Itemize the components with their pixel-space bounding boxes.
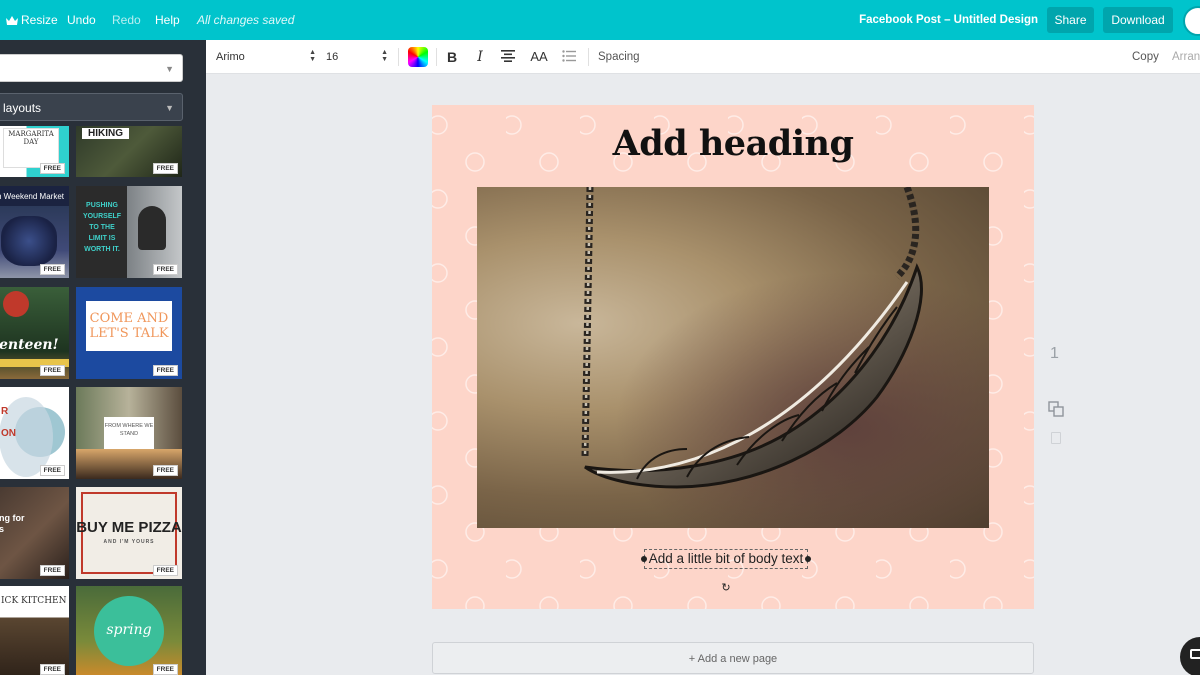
chevron-down-icon: ▼: [165, 64, 174, 74]
delete-page-icon[interactable]: [1051, 432, 1061, 444]
free-badge: FREE: [39, 664, 65, 675]
top-bar: Resize Undo Redo Help All changes saved …: [0, 0, 1200, 40]
save-status: All changes saved: [197, 13, 295, 27]
spinner-icon: ▲ ▼: [309, 49, 316, 63]
rotate-handle-icon[interactable]: ↻: [719, 581, 733, 595]
arrange-button[interactable]: Arran: [1172, 45, 1200, 69]
feather-pendant-image: [477, 187, 989, 528]
resize-button[interactable]: Resize: [6, 0, 58, 40]
template-thumb-kitchen[interactable]: ICK KITCHEN FREE: [0, 586, 69, 675]
template-title: HIKING: [82, 128, 129, 139]
template-thumb-seventeen[interactable]: enteen! FREE: [0, 287, 69, 379]
template-thumb-liberty[interactable]: R ON FREE: [0, 387, 69, 479]
template-title: BUY ME PIZZA: [76, 519, 182, 536]
add-page-button[interactable]: + Add a new page: [432, 642, 1034, 674]
font-size-value: 16: [326, 51, 339, 63]
chevron-down-icon: ▼: [165, 103, 174, 113]
resize-handle-left[interactable]: [641, 556, 647, 562]
download-button[interactable]: Download: [1103, 7, 1173, 33]
chat-help-button[interactable]: [1180, 637, 1200, 675]
template-thumb-pushing-yourself[interactable]: PUSHING YOURSELF TO THE LIMIT IS WORTH I…: [76, 186, 182, 278]
design-page[interactable]: Add heading Add a little bit of body tex…: [432, 105, 1034, 609]
divider: [436, 48, 437, 66]
help-button[interactable]: Help: [155, 0, 180, 40]
free-badge: FREE: [39, 163, 65, 174]
spinner-icon: ▲ ▼: [381, 49, 388, 63]
bullet-list-icon: [562, 50, 576, 62]
feather-chain-photo[interactable]: [477, 187, 989, 528]
template-thumb-margarita[interactable]: MARGARITA DAY FREE: [0, 126, 69, 177]
template-title: enteen!: [0, 337, 59, 353]
redo-button[interactable]: Redo: [112, 0, 141, 40]
share-button[interactable]: Share: [1047, 7, 1094, 33]
template-thumb-buy-me-pizza[interactable]: BUY ME PIZZA AND I'M YOURS FREE: [76, 487, 182, 579]
template-thumb-hiking[interactable]: HIKING FREE: [76, 126, 182, 177]
divider: [588, 48, 589, 66]
free-badge: FREE: [152, 465, 178, 476]
font-family-select[interactable]: Arimo ▲ ▼: [216, 45, 320, 69]
template-thumb-school[interactable]: ng for s FREE: [0, 487, 69, 579]
template-title: spring: [106, 622, 152, 638]
free-badge: FREE: [152, 365, 178, 376]
text-case-button[interactable]: AA: [526, 46, 552, 68]
duplicate-page-icon[interactable]: [1048, 401, 1064, 417]
document-title[interactable]: Facebook Post – Untitled Design: [859, 0, 1038, 40]
align-center-button[interactable]: [497, 46, 519, 68]
template-title: COME AND LET'S TALK: [89, 311, 169, 341]
template-title: PUSHING YOURSELF TO THE LIMIT IS WORTH I…: [82, 202, 122, 253]
free-badge: FREE: [152, 664, 178, 675]
template-subtitle: AND I'M YOURS: [103, 539, 155, 545]
text-format-toolbar: Arimo ▲ ▼ 16 ▲ ▼ B I AA Spacing Copy Arran: [206, 40, 1200, 74]
template-title: ICK KITCHEN: [1, 596, 67, 606]
copy-button[interactable]: Copy: [1132, 45, 1159, 69]
template-title: n Weekend Market: [0, 192, 64, 201]
font-family-value: Arimo: [216, 51, 245, 63]
body-text-box[interactable]: Add a little bit of body text: [641, 549, 811, 569]
template-thumb-come-and-talk[interactable]: COME AND LET'S TALK FREE: [76, 287, 182, 379]
font-size-select[interactable]: 16 ▲ ▼: [326, 45, 392, 69]
template-sidebar: y ▼ n layouts ▼ MARGARITA DAY FREE HIKIN…: [0, 40, 206, 675]
text-color-button[interactable]: [408, 47, 428, 67]
list-button[interactable]: [558, 46, 580, 68]
template-title: R ON: [1, 406, 16, 439]
resize-label: Resize: [21, 13, 58, 27]
page-number: 1: [1050, 345, 1059, 362]
undo-button[interactable]: Undo: [67, 0, 96, 40]
body-text[interactable]: Add a little bit of body text: [649, 551, 804, 566]
avatar[interactable]: [1183, 6, 1200, 36]
resize-handle-right[interactable]: [805, 556, 811, 562]
template-title: ng for s: [0, 513, 25, 534]
divider: [398, 48, 399, 66]
free-badge: FREE: [39, 565, 65, 576]
free-badge: FREE: [39, 264, 65, 275]
bold-button[interactable]: B: [441, 46, 463, 68]
free-badge: FREE: [39, 465, 65, 476]
layouts-select-value: n layouts: [0, 101, 42, 115]
template-title: MARGARITA DAY: [8, 130, 54, 146]
layouts-select[interactable]: n layouts ▼: [0, 93, 183, 121]
italic-button[interactable]: I: [469, 46, 491, 68]
chat-icon: [1190, 649, 1200, 659]
free-badge: FREE: [152, 163, 178, 174]
template-thumb-spring[interactable]: spring FREE: [76, 586, 182, 675]
heading-text[interactable]: Add heading: [432, 123, 1034, 164]
crown-icon: [6, 15, 18, 25]
free-badge: FREE: [152, 264, 178, 275]
template-thumb-from-where-we-stand[interactable]: FROM WHERE WE STAND FREE: [76, 387, 182, 479]
align-center-icon: [501, 50, 515, 62]
free-badge: FREE: [152, 565, 178, 576]
template-title: FROM WHERE WE STAND: [104, 423, 154, 437]
template-thumb-weekend-market[interactable]: n Weekend Market FREE: [0, 186, 69, 278]
category-select[interactable]: y ▼: [0, 54, 183, 82]
free-badge: FREE: [39, 365, 65, 376]
spacing-button[interactable]: Spacing: [598, 45, 640, 69]
